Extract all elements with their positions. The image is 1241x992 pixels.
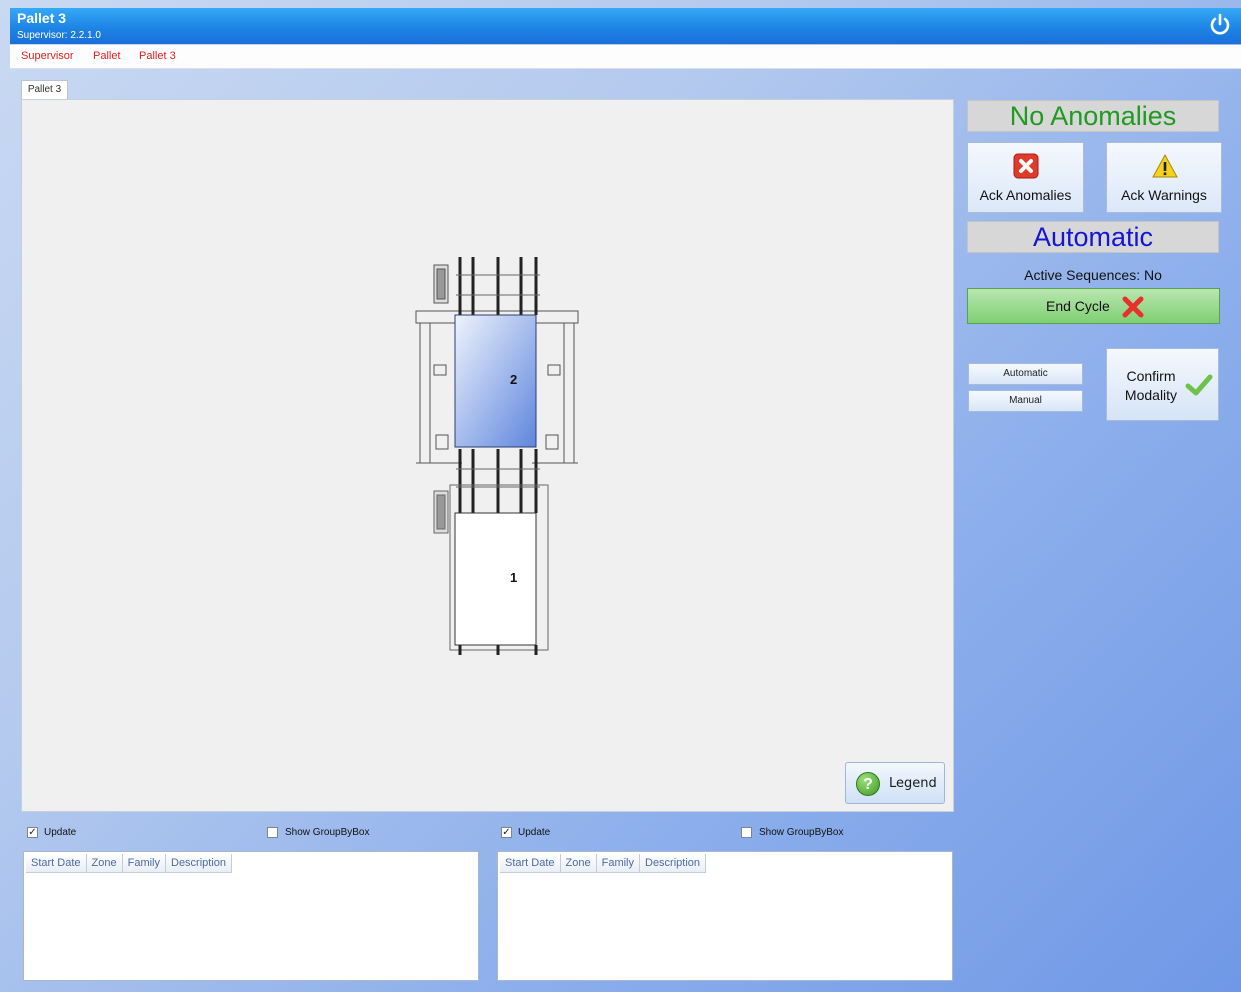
show-groupbybox-checkbox-left[interactable] — [267, 827, 278, 838]
error-icon — [1013, 153, 1039, 179]
update-label-left: Update — [44, 827, 77, 838]
events-grid-right[interactable]: Start Date Zone Family Description — [497, 851, 953, 981]
confirm-modality-label: Confirm Modality — [1116, 367, 1186, 405]
breadcrumb-pallet-3[interactable]: Pallet 3 — [139, 50, 176, 62]
events-grid-left[interactable]: Start Date Zone Family Description — [23, 851, 479, 981]
end-cycle-button[interactable]: End Cycle — [967, 288, 1220, 324]
power-icon[interactable] — [1207, 12, 1233, 38]
anomalies-status: No Anomalies — [967, 100, 1219, 132]
automatic-button[interactable]: Automatic — [968, 363, 1083, 385]
active-sequences-text: Active Sequences: No — [1024, 267, 1162, 283]
column-start-date[interactable]: Start Date — [500, 854, 561, 873]
update-checkbox-left[interactable]: ✓ — [27, 827, 38, 838]
column-family[interactable]: Family — [122, 854, 166, 873]
ack-warnings-button[interactable]: Ack Warnings — [1106, 142, 1222, 213]
breadcrumb-supervisor[interactable]: Supervisor — [21, 50, 74, 62]
column-description[interactable]: Description — [640, 854, 707, 873]
legend-label: Legend — [889, 776, 937, 791]
ack-anomalies-label: Ack Anomalies — [979, 187, 1072, 203]
machine-view-panel: 2 1 ? Legend — [21, 99, 954, 812]
column-zone[interactable]: Zone — [560, 854, 597, 873]
end-cycle-label: End Cycle — [1046, 298, 1110, 314]
update-label-right: Update — [518, 827, 551, 838]
show-groupbybox-checkbox-right[interactable] — [741, 827, 752, 838]
tab-pallet-3[interactable]: Pallet 3 — [21, 80, 68, 100]
mode-status: Automatic — [967, 221, 1219, 253]
window-title: Pallet 3 — [17, 10, 67, 26]
checkmark-icon — [1185, 374, 1213, 396]
pallet-1-label: 1 — [510, 570, 518, 585]
update-checkbox-right[interactable]: ✓ — [501, 827, 512, 838]
manual-button[interactable]: Manual — [968, 390, 1083, 412]
help-icon: ? — [856, 772, 880, 796]
confirm-line1: Confirm — [1126, 368, 1176, 384]
ack-warnings-label: Ack Warnings — [1121, 187, 1207, 203]
show-groupbybox-label-left: Show GroupByBox — [285, 827, 370, 838]
confirm-modality-button[interactable]: Confirm Modality — [1106, 348, 1219, 421]
pallet-machine-diagram: 2 1 — [412, 255, 602, 665]
show-groupbybox-label-right: Show GroupByBox — [759, 827, 844, 838]
pallet-2-label: 2 — [510, 372, 518, 387]
column-description[interactable]: Description — [166, 854, 233, 873]
breadcrumb-pallet[interactable]: Pallet — [93, 50, 121, 62]
grid-header-left: Start Date Zone Family Description — [26, 854, 233, 873]
warning-icon — [1152, 153, 1178, 178]
grid-header-right: Start Date Zone Family Description — [500, 854, 707, 873]
close-icon — [1122, 296, 1144, 318]
title-bar: Pallet 3 Supervisor: 2.2.1.0 — [10, 8, 1241, 44]
column-family[interactable]: Family — [596, 854, 640, 873]
breadcrumb: Supervisor Pallet Pallet 3 — [10, 45, 1241, 69]
column-zone[interactable]: Zone — [86, 854, 123, 873]
confirm-line2: Modality — [1124, 387, 1178, 403]
window-subtitle: Supervisor: 2.2.1.0 — [17, 30, 101, 41]
column-start-date[interactable]: Start Date — [26, 854, 87, 873]
ack-anomalies-button[interactable]: Ack Anomalies — [967, 142, 1084, 213]
legend-button[interactable]: ? Legend — [845, 762, 945, 804]
